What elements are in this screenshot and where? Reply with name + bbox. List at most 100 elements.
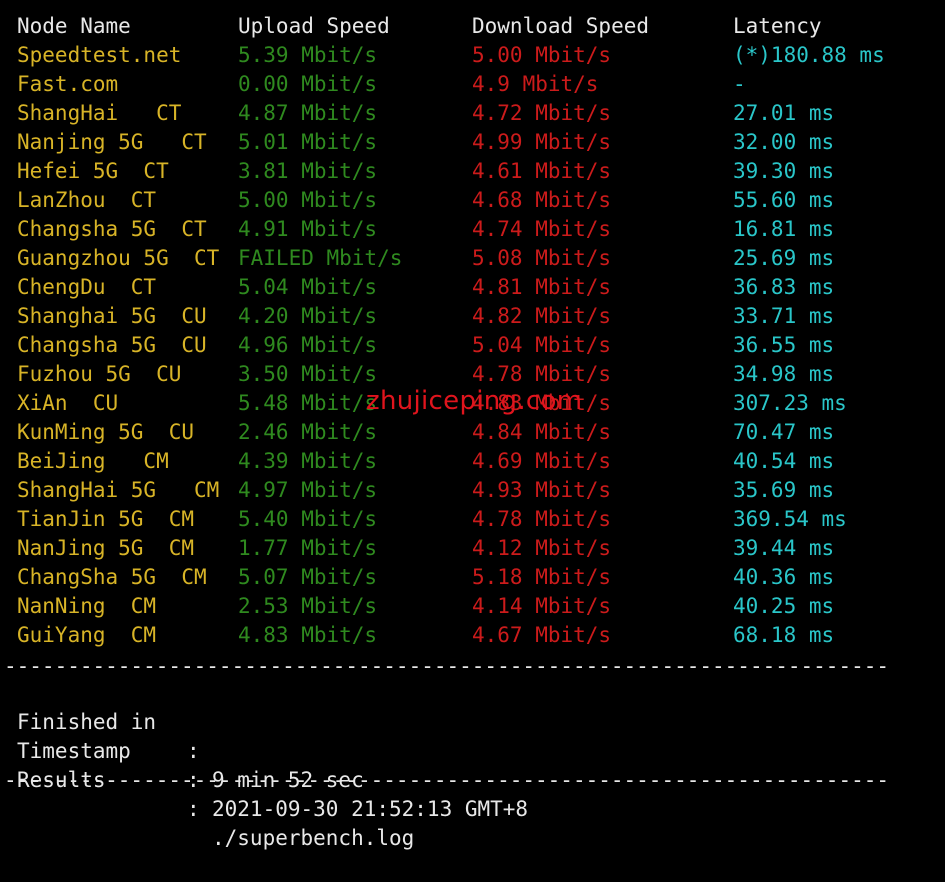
latency-cell: 70.47 ms xyxy=(733,420,835,444)
download-speed-cell: 4.78 Mbit/s xyxy=(472,507,612,531)
header-node-name: Node Name xyxy=(17,14,131,38)
header-download-speed: Download Speed xyxy=(472,14,650,38)
latency-cell: 40.36 ms xyxy=(733,565,835,589)
download-speed-cell: 5.08 Mbit/s xyxy=(472,246,612,270)
latency-cell: 68.18 ms xyxy=(733,623,835,647)
table-row: GuiYang CM 4.83 Mbit/s 4.67 Mbit/s 68.18 ms xyxy=(0,621,945,650)
node-name-cell: NanJing 5G CM xyxy=(17,536,195,560)
node-name-cell: TianJin 5G CM xyxy=(17,507,195,531)
upload-speed-cell: 1.77 Mbit/s xyxy=(238,536,378,560)
node-name-cell: ShangHai CT xyxy=(17,101,182,125)
table-row: ChangSha 5G CM 5.07 Mbit/s 5.18 Mbit/s 40.3… xyxy=(0,563,945,592)
node-name-cell: Speedtest.net xyxy=(17,43,182,67)
download-speed-cell: 4.72 Mbit/s xyxy=(472,101,612,125)
table-row: KunMing 5G CU 2.46 Mbit/s 4.84 Mbit/s 70.47… xyxy=(0,418,945,447)
upload-speed-cell: 4.96 Mbit/s xyxy=(238,333,378,357)
latency-cell: 55.60 ms xyxy=(733,188,835,212)
upload-speed-cell: 5.40 Mbit/s xyxy=(238,507,378,531)
node-name-cell: LanZhou CT xyxy=(17,188,157,212)
latency-cell: 39.30 ms xyxy=(733,159,835,183)
download-speed-cell: 4.74 Mbit/s xyxy=(472,217,612,241)
download-speed-cell: 4.69 Mbit/s xyxy=(472,449,612,473)
latency-cell: 16.81 ms xyxy=(733,217,835,241)
header-latency: Latency xyxy=(733,14,822,38)
download-speed-cell: 4.61 Mbit/s xyxy=(472,159,612,183)
node-name-cell: Nanjing 5G CT xyxy=(17,130,207,154)
download-speed-cell: 4.12 Mbit/s xyxy=(472,536,612,560)
watermark-text: zhujiceping.com xyxy=(366,386,583,416)
upload-speed-cell: FAILED Mbit/s xyxy=(238,246,403,270)
upload-speed-cell: 5.07 Mbit/s xyxy=(238,565,378,589)
upload-speed-cell: 4.20 Mbit/s xyxy=(238,304,378,328)
finished-separator: : xyxy=(187,739,200,763)
latency-cell: 33.71 ms xyxy=(733,304,835,328)
table-row: Speedtest.net 5.39 Mbit/s 5.00 Mbit/s (*)18… xyxy=(0,41,945,70)
table-row: Fast.com 0.00 Mbit/s 4.9 Mbit/s - xyxy=(0,70,945,99)
node-name-cell: KunMing 5G CU xyxy=(17,420,195,444)
node-name-cell: Changsha 5G CT xyxy=(17,217,207,241)
summary-results: Results : ./superbench.log xyxy=(17,737,414,850)
node-name-cell: BeiJing CM xyxy=(17,449,169,473)
upload-speed-cell: 4.97 Mbit/s xyxy=(238,478,378,502)
summary-timestamp: Timestamp : 2021-09-30 21:52:13 GMT+8 xyxy=(17,708,528,821)
table-row: ShangHai CT 4.87 Mbit/s 4.72 Mbit/s 27.01 m… xyxy=(0,99,945,128)
header-upload-speed: Upload Speed xyxy=(238,14,390,38)
latency-cell: 32.00 ms xyxy=(733,130,835,154)
results-separator: : xyxy=(187,797,200,821)
latency-cell: (*)180.88 ms xyxy=(733,43,885,67)
node-name-cell: Guangzhou 5G CT xyxy=(17,246,220,270)
upload-speed-cell: 2.46 Mbit/s xyxy=(238,420,378,444)
upload-speed-cell: 5.00 Mbit/s xyxy=(238,188,378,212)
upload-speed-cell: 3.50 Mbit/s xyxy=(238,362,378,386)
latency-cell: 369.54 ms xyxy=(733,507,847,531)
latency-cell: - xyxy=(733,72,746,96)
upload-speed-cell: 5.48 Mbit/s xyxy=(238,391,378,415)
table-row: TianJin 5G CM 5.40 Mbit/s 4.78 Mbit/s 369.5… xyxy=(0,505,945,534)
table-row: BeiJing CM 4.39 Mbit/s 4.69 Mbit/s 40.54 ms xyxy=(0,447,945,476)
upload-speed-cell: 3.81 Mbit/s xyxy=(238,159,378,183)
node-name-cell: Fuzhou 5G CU xyxy=(17,362,182,386)
timestamp-value: 2021-09-30 21:52:13 GMT+8 xyxy=(212,797,529,821)
node-name-cell: ShangHai 5G CM xyxy=(17,478,220,502)
download-speed-cell: 5.04 Mbit/s xyxy=(472,333,612,357)
node-name-cell: XiAn CU xyxy=(17,391,119,415)
download-speed-cell: 5.18 Mbit/s xyxy=(472,565,612,589)
table-row: ShangHai 5G CM 4.97 Mbit/s 4.93 Mbit/s 35.6… xyxy=(0,476,945,505)
download-speed-cell: 4.78 Mbit/s xyxy=(472,362,612,386)
upload-speed-cell: 4.91 Mbit/s xyxy=(238,217,378,241)
upload-speed-cell: 2.53 Mbit/s xyxy=(238,594,378,618)
latency-cell: 307.23 ms xyxy=(733,391,847,415)
download-speed-cell: 4.14 Mbit/s xyxy=(472,594,612,618)
upload-speed-cell: 4.39 Mbit/s xyxy=(238,449,378,473)
node-name-cell: Changsha 5G CU xyxy=(17,333,207,357)
node-name-cell: Shanghai 5G CU xyxy=(17,304,207,328)
latency-cell: 35.69 ms xyxy=(733,478,835,502)
summary-finished: Finished in : 9 min 52 sec xyxy=(17,679,364,792)
download-speed-cell: 4.93 Mbit/s xyxy=(472,478,612,502)
latency-cell: 40.25 ms xyxy=(733,594,835,618)
terminal-window: Node Name Upload Speed Download Speed La… xyxy=(0,0,945,850)
download-speed-cell: 4.82 Mbit/s xyxy=(472,304,612,328)
node-name-cell: GuiYang CM xyxy=(17,623,157,647)
latency-cell: 39.44 ms xyxy=(733,536,835,560)
download-speed-cell: 4.67 Mbit/s xyxy=(472,623,612,647)
table-row: ChengDu CT 5.04 Mbit/s 4.81 Mbit/s 36.83 ms xyxy=(0,273,945,302)
node-name-cell: Fast.com xyxy=(17,72,119,96)
node-name-cell: Hefei 5G CT xyxy=(17,159,169,183)
node-name-cell: ChangSha 5G CM xyxy=(17,565,207,589)
latency-cell: 25.69 ms xyxy=(733,246,835,270)
latency-cell: 40.54 ms xyxy=(733,449,835,473)
divider-bottom: ----------------------------------------… xyxy=(4,770,890,790)
upload-speed-cell: 5.39 Mbit/s xyxy=(238,43,378,67)
download-speed-cell: 5.00 Mbit/s xyxy=(472,43,612,67)
results-value: ./superbench.log xyxy=(212,826,415,850)
node-name-cell: NanNing CM xyxy=(17,594,157,618)
table-row: Guangzhou 5G CT FAILED Mbit/s 5.08 Mbit/s 2… xyxy=(0,244,945,273)
download-speed-cell: 4.99 Mbit/s xyxy=(472,130,612,154)
latency-cell: 36.83 ms xyxy=(733,275,835,299)
download-speed-cell: 4.9 Mbit/s xyxy=(472,72,599,96)
download-speed-cell: 4.81 Mbit/s xyxy=(472,275,612,299)
latency-cell: 27.01 ms xyxy=(733,101,835,125)
table-row: Nanjing 5G CT 5.01 Mbit/s 4.99 Mbit/s 32.00… xyxy=(0,128,945,157)
table-row: Hefei 5G CT 3.81 Mbit/s 4.61 Mbit/s 39.30 m… xyxy=(0,157,945,186)
